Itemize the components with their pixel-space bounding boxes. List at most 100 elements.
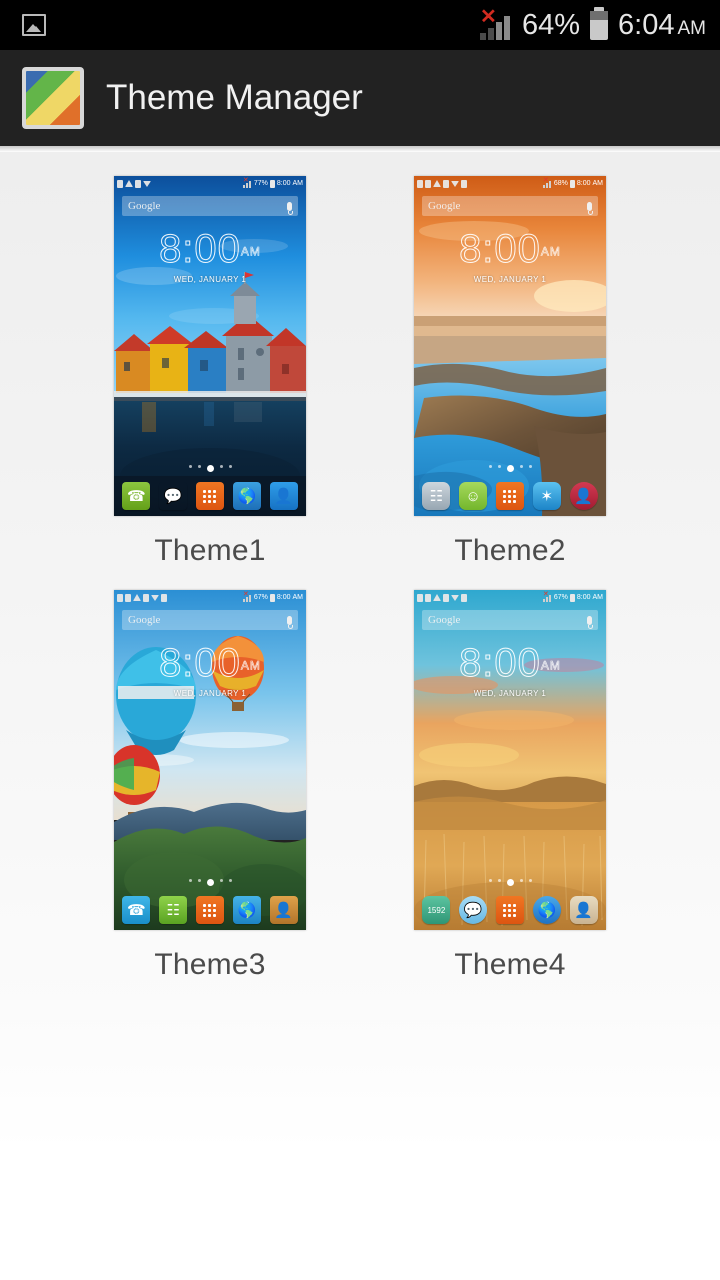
theme-item-1[interactable]: ✕ 77% 8:00 AM Google 8:00AM WED, JANUARY… — [60, 176, 360, 568]
theme-item-4[interactable]: ✕ 67% 8:00 AM Google 8:00AM WED, JANUARY… — [360, 590, 660, 982]
wifi-icon — [151, 594, 159, 601]
dock-icon-messages[interactable]: ☺ — [459, 482, 488, 510]
preview-clock-time: 8:00 — [159, 227, 241, 271]
status-bar-clock: 6:04 AM — [618, 9, 706, 42]
storage-icon — [135, 179, 141, 188]
theme-preview-1[interactable]: ✕ 77% 8:00 AM Google 8:00AM WED, JANUARY… — [114, 176, 306, 516]
preview-page-indicator — [414, 465, 606, 472]
microphone-icon[interactable] — [287, 615, 293, 629]
battery-icon — [590, 6, 609, 40]
no-service-x-icon: ✕ — [480, 6, 497, 28]
microphone-icon[interactable] — [587, 615, 593, 629]
preview-battery-percent: 77% — [253, 180, 268, 187]
theme-label-3: Theme3 — [154, 948, 266, 981]
preview-battery-icon — [569, 179, 575, 188]
theme-item-3[interactable]: ✕ 67% 8:00 AM Google 8:00AM WED, JANUARY… — [60, 590, 360, 982]
warning-icon — [133, 594, 141, 601]
google-label: Google — [128, 200, 161, 212]
bluetooth-icon — [443, 179, 449, 188]
preview-google-search-bar[interactable]: Google — [122, 196, 298, 216]
sd-card-icon — [117, 593, 123, 602]
battery-percent: 64% — [522, 8, 581, 41]
dock-icon-messages[interactable]: 💬 — [459, 896, 488, 924]
preview-status-right: ✕ 68% 8:00 AM — [542, 177, 603, 188]
preview-dock: ☎ 💬 🌎 👤 — [114, 476, 306, 516]
preview-dock: ☷ ☺ ✶ 👤 — [414, 476, 606, 516]
preview-time-period: AM — [292, 594, 304, 601]
dock-icon-messages[interactable]: 💬 — [159, 482, 187, 510]
bluetooth-icon — [443, 593, 449, 602]
preview-dock: 1592 💬 🌎 👤 — [414, 890, 606, 930]
preview-clock-date: WED, JANUARY 1 — [473, 688, 547, 698]
preview-page-indicator — [114, 465, 306, 472]
dock-icon-browser[interactable]: 🌎 — [232, 896, 261, 924]
app-icon-stripes — [26, 71, 80, 125]
google-label: Google — [428, 614, 461, 626]
preview-page-indicator — [414, 879, 606, 886]
sd-card-icon — [117, 179, 123, 188]
dock-icon-contacts[interactable]: 👤 — [569, 896, 598, 924]
dock-icon-dialer[interactable]: 1592 — [422, 896, 451, 924]
preview-clock-period: AM — [540, 658, 561, 673]
preview-battery-icon — [269, 593, 275, 602]
system-status-bar: ✕ 64% 6:04 AM — [0, 0, 720, 50]
sd-card-icon — [417, 593, 423, 602]
dock-icon-browser[interactable]: 🌎 — [532, 896, 561, 924]
clock-period: AM — [677, 17, 707, 39]
dock-icon-contacts[interactable]: 👤 — [269, 482, 298, 510]
page-title: Theme Manager — [106, 78, 363, 117]
theme-preview-3[interactable]: ✕ 67% 8:00 AM Google 8:00AM WED, JANUARY… — [114, 590, 306, 930]
dock-icon-messages[interactable]: ☷ — [159, 896, 188, 924]
preview-clock-time: 8:00 — [459, 641, 541, 685]
preview-signal-icon: ✕ — [242, 177, 252, 188]
preview-google-search-bar[interactable]: Google — [422, 196, 598, 216]
dock-icon-phone[interactable]: ☎ — [122, 896, 151, 924]
dock-icon-contacts[interactable]: 👤 — [569, 482, 598, 510]
preview-clock-widget: 8:00AM WED, JANUARY 1 — [414, 228, 606, 284]
dock-icon-app-drawer[interactable] — [195, 482, 224, 510]
preview-google-search-bar[interactable]: Google — [122, 610, 298, 630]
preview-battery-percent: 67% — [253, 594, 268, 601]
sd-card-icon — [425, 179, 431, 188]
dock-icon-contacts[interactable]: 👤 — [269, 896, 298, 924]
preview-clock-period: AM — [240, 244, 261, 259]
preview-status-bar: ✕ 67% 8:00 AM — [414, 590, 606, 605]
storage-icon — [461, 593, 467, 602]
preview-signal-icon: ✕ — [542, 591, 552, 602]
usb-icon — [125, 593, 131, 602]
usb-icon — [417, 179, 423, 188]
preview-battery-icon — [569, 593, 575, 602]
theme-preview-2[interactable]: ✕ 68% 8:00 AM Google 8:00AM WED, JANUARY… — [414, 176, 606, 516]
preview-status-left — [117, 593, 167, 602]
microphone-icon[interactable] — [287, 201, 293, 215]
preview-status-right: ✕ 67% 8:00 AM — [242, 591, 304, 602]
preview-status-left — [417, 179, 467, 188]
preview-battery-percent: 67% — [553, 594, 568, 601]
preview-battery-icon — [269, 179, 275, 188]
bluetooth-icon — [143, 593, 149, 602]
google-label: Google — [128, 614, 161, 626]
preview-clock-widget: 8:00AM WED, JANUARY 1 — [114, 642, 306, 698]
preview-clock-time: 8:00 — [459, 227, 541, 271]
theme-item-2[interactable]: ✕ 68% 8:00 AM Google 8:00AM WED, JANUARY… — [360, 176, 660, 568]
dock-icon-browser[interactable]: ✶ — [532, 482, 561, 510]
usb-icon — [425, 593, 431, 602]
dock-icon-app-drawer[interactable] — [495, 896, 524, 924]
app-bar: Theme Manager — [0, 50, 720, 146]
preview-clock-widget: 8:00AM WED, JANUARY 1 — [114, 228, 306, 284]
dock-icon-dialer[interactable]: ☷ — [422, 482, 451, 510]
preview-status-bar: ✕ 77% 8:00 AM — [114, 176, 306, 191]
preview-time-period: AM — [292, 180, 304, 187]
dock-icon-browser[interactable]: 🌎 — [232, 482, 261, 510]
microphone-icon[interactable] — [587, 201, 593, 215]
dock-icon-app-drawer[interactable] — [195, 896, 224, 924]
preview-signal-icon: ✕ — [542, 177, 552, 188]
theme-label-4: Theme4 — [454, 948, 566, 981]
theme-preview-4[interactable]: ✕ 67% 8:00 AM Google 8:00AM WED, JANUARY… — [414, 590, 606, 930]
theme-label-1: Theme1 — [154, 534, 266, 567]
preview-clock-date: WED, JANUARY 1 — [173, 688, 247, 698]
preview-battery-percent: 68% — [553, 180, 568, 187]
dock-icon-phone[interactable]: ☎ — [122, 482, 151, 510]
dock-icon-app-drawer[interactable] — [495, 482, 524, 510]
preview-google-search-bar[interactable]: Google — [422, 610, 598, 630]
